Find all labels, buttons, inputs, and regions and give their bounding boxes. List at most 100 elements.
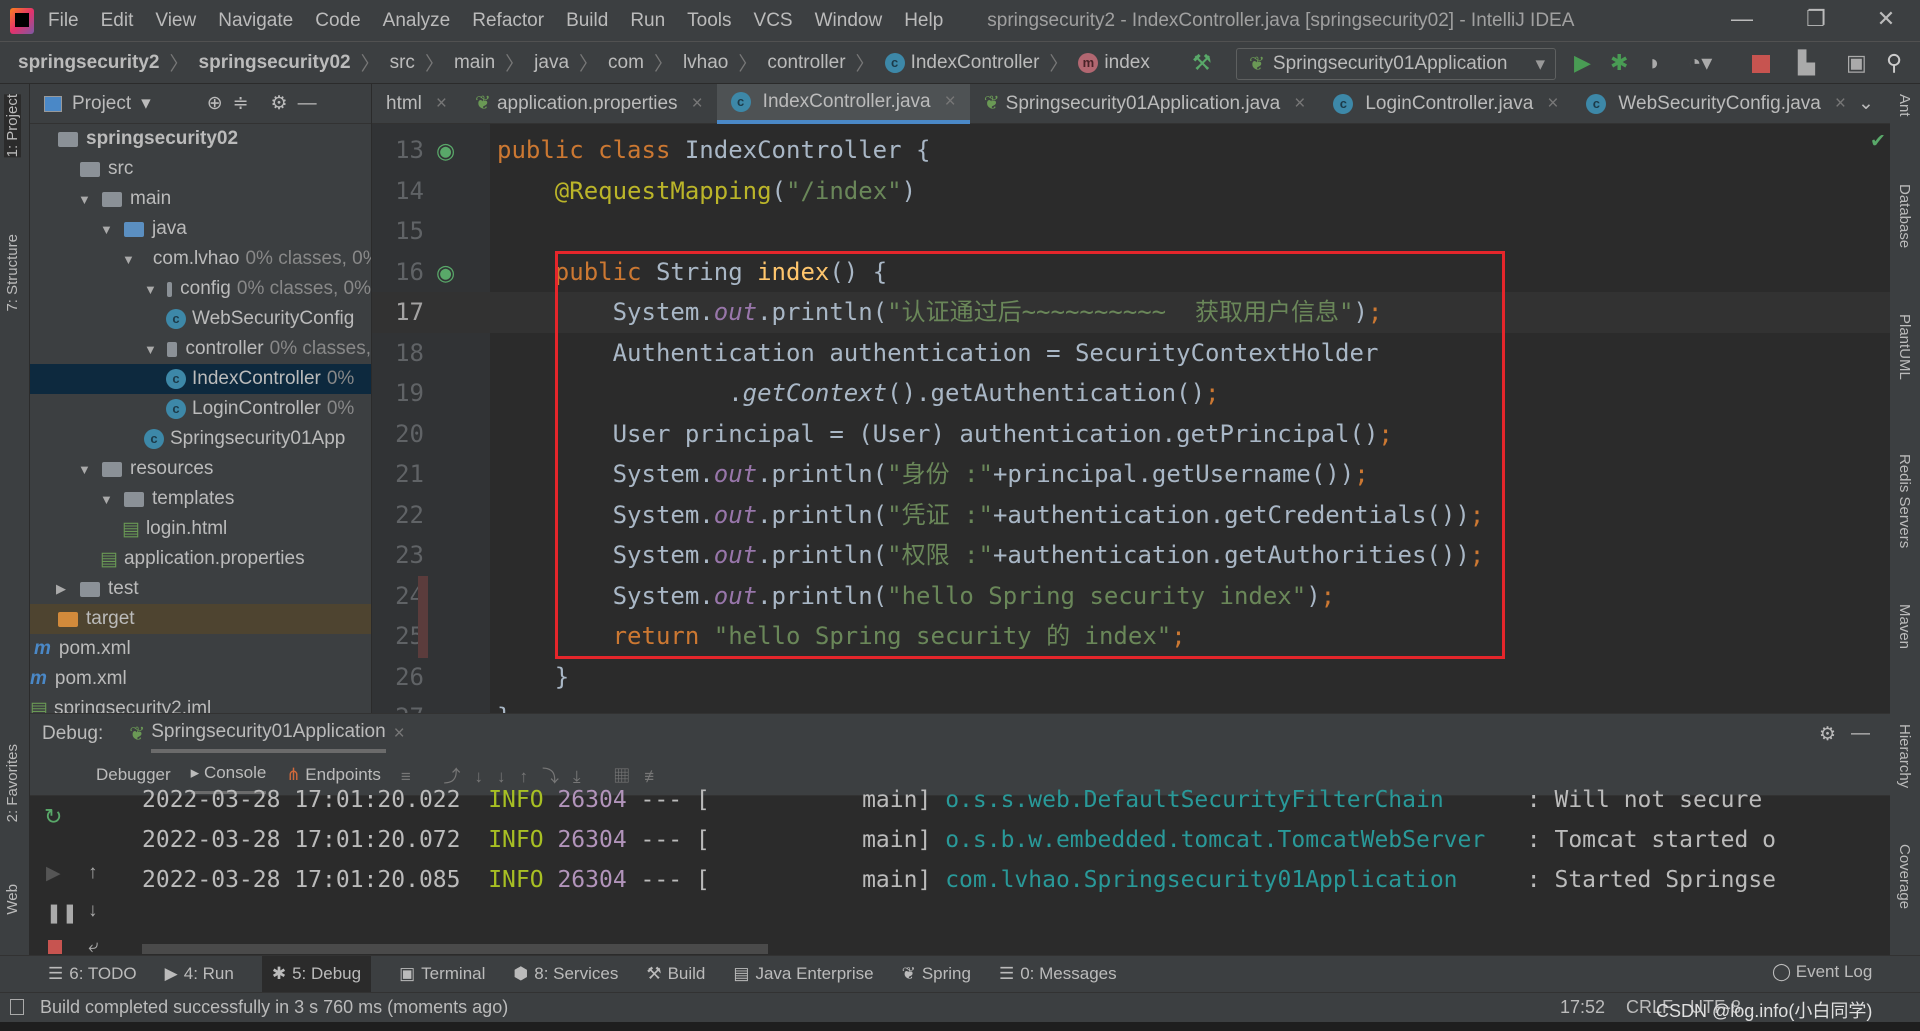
menu-item-vcs[interactable]: VCS: [754, 10, 793, 32]
tree-item[interactable]: c WebSecurityConfig: [30, 304, 371, 334]
expanded-arrow-icon[interactable]: ▼: [100, 222, 114, 237]
redis-servers-tool-tab[interactable]: Redis Servers: [1896, 454, 1913, 548]
tree-item[interactable]: m pom.xml: [30, 634, 371, 664]
locate-file-icon[interactable]: ⊕: [207, 92, 223, 115]
tree-item[interactable]: ▤ springsecurity2.iml: [30, 694, 371, 713]
collapse-all-icon[interactable]: ≑: [233, 92, 249, 115]
close-tab-icon[interactable]: ×: [692, 93, 703, 115]
close-tab-icon[interactable]: ×: [1294, 93, 1305, 115]
expanded-arrow-icon[interactable]: ▼: [144, 342, 157, 357]
expanded-arrow-icon[interactable]: ▼: [122, 252, 135, 267]
maximize-button[interactable]: ❐: [1796, 6, 1836, 36]
scroll-up-icon[interactable]: ↑: [88, 862, 98, 884]
menu-item-window[interactable]: Window: [815, 10, 883, 32]
spring-bean-gutter-icon[interactable]: ◉: [436, 138, 455, 164]
tree-item[interactable]: ▤ application.properties: [30, 544, 371, 574]
database-tool-tab[interactable]: Database: [1896, 184, 1913, 248]
tree-item[interactable]: src: [30, 154, 371, 184]
menu-item-refactor[interactable]: Refactor: [472, 10, 544, 32]
tree-item[interactable]: target: [30, 604, 371, 634]
stop-icon[interactable]: [48, 940, 62, 954]
run-configuration-dropdown[interactable]: ❦ Springsecurity01Application ▾: [1236, 48, 1556, 80]
close-tab-icon[interactable]: ×: [1547, 93, 1558, 115]
menu-item-help[interactable]: Help: [904, 10, 943, 32]
menu-item-edit[interactable]: Edit: [101, 10, 134, 32]
run-with-coverage-icon[interactable]: ◗: [1648, 50, 1661, 76]
expanded-arrow-icon[interactable]: ▼: [100, 492, 114, 507]
project-tool-tab[interactable]: 1: Project: [4, 94, 21, 158]
maven-tool-tab[interactable]: Maven: [1896, 604, 1913, 649]
hide-panel-icon[interactable]: —: [298, 93, 317, 115]
event-log-button[interactable]: ◯ Event Log: [1772, 962, 1872, 982]
hide-panel-icon[interactable]: —: [1851, 723, 1870, 745]
coverage-tool-tab[interactable]: Coverage: [1896, 844, 1913, 909]
collapsed-arrow-icon[interactable]: ▶: [56, 581, 70, 597]
tree-item[interactable]: ▼ controller 0% classes,: [30, 334, 371, 364]
bottom-tab-messages[interactable]: ☰ 0: Messages: [999, 964, 1117, 984]
close-tab-icon[interactable]: ×: [436, 93, 447, 115]
breadcrumb-item[interactable]: src: [390, 52, 415, 74]
menu-item-tools[interactable]: Tools: [687, 10, 731, 32]
menu-item-code[interactable]: Code: [315, 10, 360, 32]
pause-icon[interactable]: ❚❚: [46, 902, 78, 925]
close-tab-icon[interactable]: ×: [1835, 93, 1846, 115]
hierarchy-tool-tab[interactable]: Hierarchy: [1896, 724, 1913, 788]
menu-item-file[interactable]: File: [48, 10, 79, 32]
expanded-arrow-icon[interactable]: ▼: [78, 462, 92, 477]
status-toggle-icon[interactable]: [10, 999, 24, 1015]
gear-icon[interactable]: ⚙: [1819, 723, 1836, 746]
favorites-tool-tab[interactable]: 2: Favorites: [4, 744, 21, 822]
chevron-down-icon[interactable]: ▾: [141, 92, 151, 115]
ant-tool-tab[interactable]: Ant: [1896, 94, 1913, 117]
inspection-ok-icon[interactable]: ✔: [1870, 130, 1886, 153]
editor-tab[interactable]: ❦ Springsecurity01Application.java ×: [970, 84, 1320, 124]
breadcrumb-item[interactable]: springsecurity2: [18, 52, 160, 74]
build-hammer-icon[interactable]: ⚒: [1192, 50, 1212, 76]
breadcrumb-item[interactable]: com: [608, 52, 644, 74]
bottom-tab-build[interactable]: ⚒ Build: [646, 964, 705, 984]
menu-item-navigate[interactable]: Navigate: [218, 10, 293, 32]
tree-item[interactable]: ▼ main: [30, 184, 371, 214]
bottom-tab-services[interactable]: ⬢ 8: Services: [513, 964, 618, 984]
editor-tab[interactable]: html ×: [372, 84, 461, 124]
breadcrumb-item[interactable]: controller: [767, 52, 845, 74]
scroll-down-icon[interactable]: ↓: [88, 900, 98, 922]
expanded-arrow-icon[interactable]: ▼: [78, 192, 92, 207]
tree-item[interactable]: ▤ login.html: [30, 514, 371, 544]
cursor-position[interactable]: 17:52: [1560, 997, 1605, 1018]
bottom-tab-debug[interactable]: ✱ 5: Debug: [261, 956, 372, 992]
tree-item[interactable]: ▶ test: [30, 574, 371, 604]
tree-item[interactable]: m pom.xml: [30, 664, 371, 694]
debug-icon[interactable]: ✱: [1610, 50, 1628, 76]
project-view-dropdown[interactable]: Project: [72, 93, 131, 115]
breadcrumb-item[interactable]: c IndexController: [884, 52, 1039, 74]
tree-item[interactable]: ▼ com.lvhao 0% classes, 0%: [30, 244, 371, 274]
minimize-button[interactable]: —: [1722, 6, 1762, 36]
rerun-icon[interactable]: ↻: [44, 804, 62, 830]
bottom-tab-javaenterprise[interactable]: ▤ Java Enterprise: [733, 964, 873, 984]
tree-item[interactable]: c IndexController 0%: [30, 364, 371, 394]
gear-icon[interactable]: ⚙: [271, 92, 288, 115]
breadcrumb-item[interactable]: springsecurity02: [199, 52, 351, 74]
menu-item-build[interactable]: Build: [566, 10, 608, 32]
bottom-tab-todo[interactable]: ☰ 6: TODO: [48, 964, 137, 984]
bottom-tab-run[interactable]: ▶ 4: Run: [165, 964, 234, 984]
editor-tab[interactable]: c IndexController.java ×: [716, 83, 970, 124]
search-icon[interactable]: ⚲: [1886, 50, 1902, 76]
tree-item[interactable]: ▼ resources: [30, 454, 371, 484]
tree-item[interactable]: ▼ templates: [30, 484, 371, 514]
stop-icon[interactable]: [1752, 55, 1770, 73]
debug-session-tab[interactable]: Springsecurity01Application: [151, 715, 386, 753]
breadcrumb-item[interactable]: lvhao: [683, 52, 728, 74]
bottom-tab-terminal[interactable]: ▣ Terminal: [399, 964, 485, 984]
profile-icon[interactable]: ◔▾: [1688, 50, 1712, 76]
structure-tool-tab[interactable]: 7: Structure: [4, 234, 21, 312]
run-icon[interactable]: ▶: [1574, 50, 1591, 76]
tabs-overflow-chevron-icon[interactable]: ⌄: [1858, 92, 1874, 115]
breadcrumb-item[interactable]: main: [454, 52, 495, 74]
project-structure-icon[interactable]: ▙: [1798, 50, 1815, 76]
editor-tab[interactable]: c LoginController.java ×: [1319, 84, 1572, 124]
horizontal-scrollbar[interactable]: [142, 944, 768, 954]
close-button[interactable]: ✕: [1866, 6, 1906, 36]
terminal-icon[interactable]: ▣: [1846, 50, 1867, 76]
